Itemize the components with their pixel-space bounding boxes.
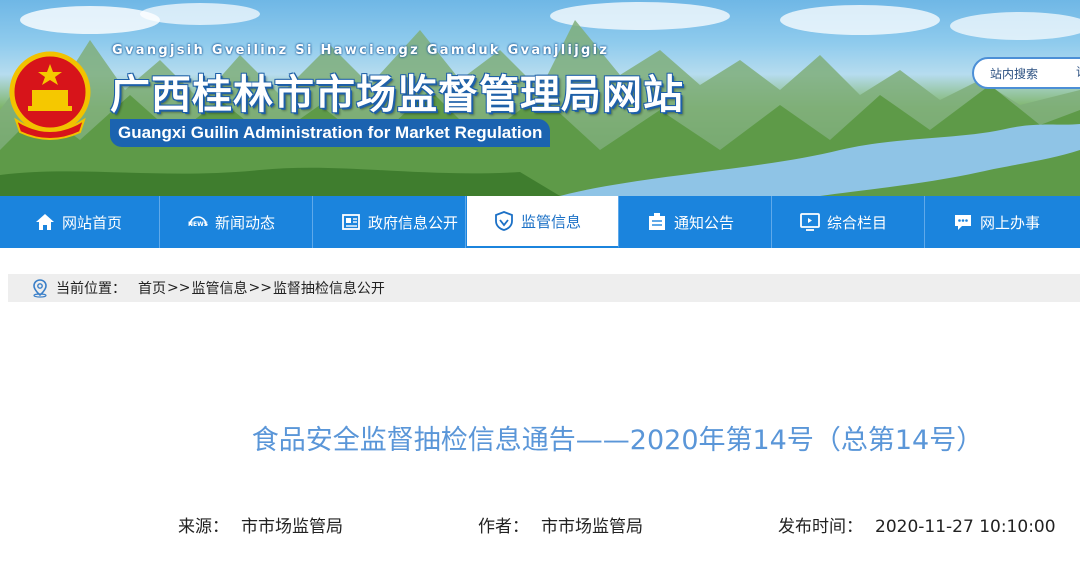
breadcrumb: 当前位置： 首页 >> 监管信息 >> 监督抽检信息公开 bbox=[8, 274, 1080, 302]
breadcrumb-separator: >> bbox=[248, 280, 272, 296]
breadcrumb-supervision-link[interactable]: 监管信息 bbox=[191, 278, 247, 298]
nav-item-online-service[interactable]: 网上办事 bbox=[926, 196, 1078, 248]
breadcrumb-separator: >> bbox=[167, 280, 191, 296]
article-title: 食品安全监督抽检信息通告——2020年第14号（总第14号） bbox=[251, 425, 984, 456]
nav-item-notice[interactable]: 通知公告 bbox=[620, 196, 772, 248]
notice-icon bbox=[646, 211, 668, 233]
chat-icon bbox=[952, 211, 974, 233]
home-icon bbox=[34, 211, 56, 233]
publish-time-value: 2020-11-27 10:10:00 bbox=[875, 517, 1056, 537]
site-search-box: 请 bbox=[972, 57, 1080, 89]
header-banner: Gvangjsih Gveilinz Si Hawciengz Gamduk G… bbox=[0, 0, 1080, 196]
search-input[interactable] bbox=[988, 63, 1072, 85]
source-value: 市市场监管局 bbox=[241, 517, 343, 537]
nav-item-label: 网站首页 bbox=[62, 213, 123, 232]
nav-item-home[interactable]: 网站首页 bbox=[8, 196, 160, 248]
breadcrumb-current-link[interactable]: 监督抽检信息公开 bbox=[273, 278, 385, 298]
nav-item-label: 通知公告 bbox=[674, 213, 735, 232]
site-title-pinyin: Gvangjsih Gveilinz Si Hawciengz Gamduk G… bbox=[112, 43, 610, 58]
news-icon: NEWS bbox=[187, 211, 209, 233]
nav-item-comprehensive[interactable]: 综合栏目 bbox=[773, 196, 925, 248]
breadcrumb-home-link[interactable]: 首页 bbox=[138, 278, 166, 298]
nav-item-supervision[interactable]: 监管信息 bbox=[467, 196, 619, 248]
monitor-icon bbox=[799, 211, 821, 233]
article-publish-time: 发布时间： 2020-11-27 10:10:00 bbox=[778, 512, 1056, 537]
nav-item-label: 政府信息公开 bbox=[368, 213, 459, 232]
main-navigation: 网站首页 NEWS 新闻动态 政府信息公开 监管信息 通知公告 综合栏目 网上办… bbox=[0, 196, 1080, 248]
svg-text:NEWS: NEWS bbox=[188, 221, 208, 228]
article-source: 来源： 市市场监管局 bbox=[178, 512, 343, 537]
breadcrumb-prefix: 当前位置： bbox=[56, 281, 126, 297]
site-title-english: Guangxi Guilin Administration for Market… bbox=[110, 119, 551, 147]
location-pin-icon bbox=[33, 279, 47, 298]
publish-time-label: 发布时间： bbox=[778, 517, 863, 537]
site-title: 广西桂林市市场监督管理局网站 bbox=[110, 72, 684, 118]
nav-item-label: 监管信息 bbox=[521, 212, 582, 231]
nav-item-label: 综合栏目 bbox=[827, 213, 888, 232]
nav-item-news[interactable]: NEWS 新闻动态 bbox=[161, 196, 313, 248]
nav-item-gov-info[interactable]: 政府信息公开 bbox=[314, 196, 466, 248]
national-emblem-icon bbox=[9, 51, 91, 140]
document-icon bbox=[340, 211, 362, 233]
source-label: 来源： bbox=[178, 517, 229, 537]
author-value: 市市场监管局 bbox=[541, 517, 643, 537]
article-author: 作者： 市市场监管局 bbox=[478, 512, 643, 537]
author-label: 作者： bbox=[478, 517, 529, 537]
nav-item-label: 新闻动态 bbox=[215, 213, 276, 232]
nav-item-label: 网上办事 bbox=[980, 213, 1041, 232]
search-button[interactable]: 请 bbox=[1076, 63, 1080, 80]
shield-icon bbox=[493, 210, 515, 232]
